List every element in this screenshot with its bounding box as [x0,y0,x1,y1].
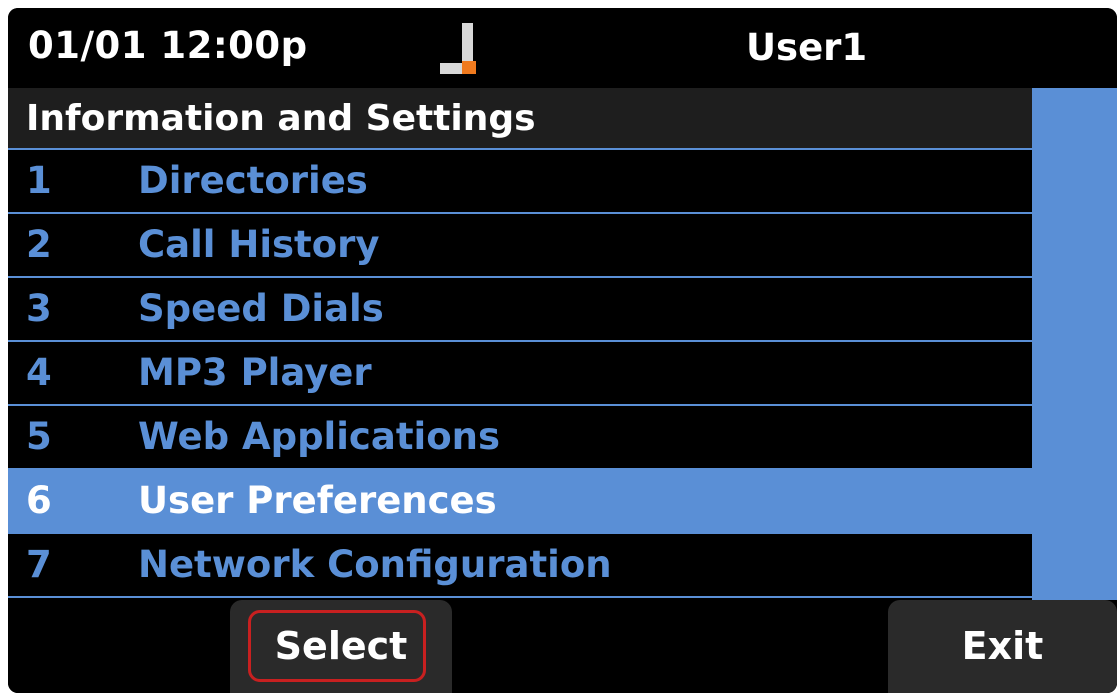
status-bar: 01/01 12:00p User1 [8,8,1117,88]
menu-title: Information and Settings [8,88,1032,150]
menu-item-user-preferences[interactable]: 6 User Preferences [8,470,1032,534]
menu-item-number: 2 [26,223,52,266]
menu-item-call-history[interactable]: 2 Call History [8,214,1032,278]
menu-item-label: Web Applications [138,415,500,458]
menu-item-web-applications[interactable]: 5 Web Applications [8,406,1032,470]
menu-item-number: 7 [26,543,52,586]
menu-item-number: 4 [26,351,52,394]
menu-item-number: 3 [26,287,52,330]
settings-menu: Information and Settings 1 Directories 2… [8,88,1032,600]
line-status-icon [440,23,476,74]
menu-item-number: 6 [26,479,52,522]
menu-item-network-configuration[interactable]: 7 Network Configuration [8,534,1032,598]
scrollbar[interactable] [1032,88,1117,600]
select-button-label: Select [274,624,408,668]
menu-item-label: Directories [138,159,368,202]
softkey-bar: Select Exit [8,600,1117,693]
select-button[interactable]: Select [230,600,452,693]
exit-button-label: Exit [961,624,1044,668]
menu-item-label: Speed Dials [138,287,384,330]
menu-item-speed-dials[interactable]: 3 Speed Dials [8,278,1032,342]
exit-button[interactable]: Exit [888,600,1117,693]
menu-item-directories[interactable]: 1 Directories [8,150,1032,214]
menu-item-number: 5 [26,415,52,458]
user-name: User1 [746,26,868,69]
menu-item-label: MP3 Player [138,351,372,394]
date-time: 01/01 12:00p [28,24,308,67]
menu-item-label: User Preferences [138,479,497,522]
phone-screen: 01/01 12:00p User1 Information and Setti… [8,8,1117,693]
menu-item-label: Call History [138,223,380,266]
menu-item-label: Network Configuration [138,543,612,586]
menu-item-number: 1 [26,159,52,202]
menu-item-mp3-player[interactable]: 4 MP3 Player [8,342,1032,406]
